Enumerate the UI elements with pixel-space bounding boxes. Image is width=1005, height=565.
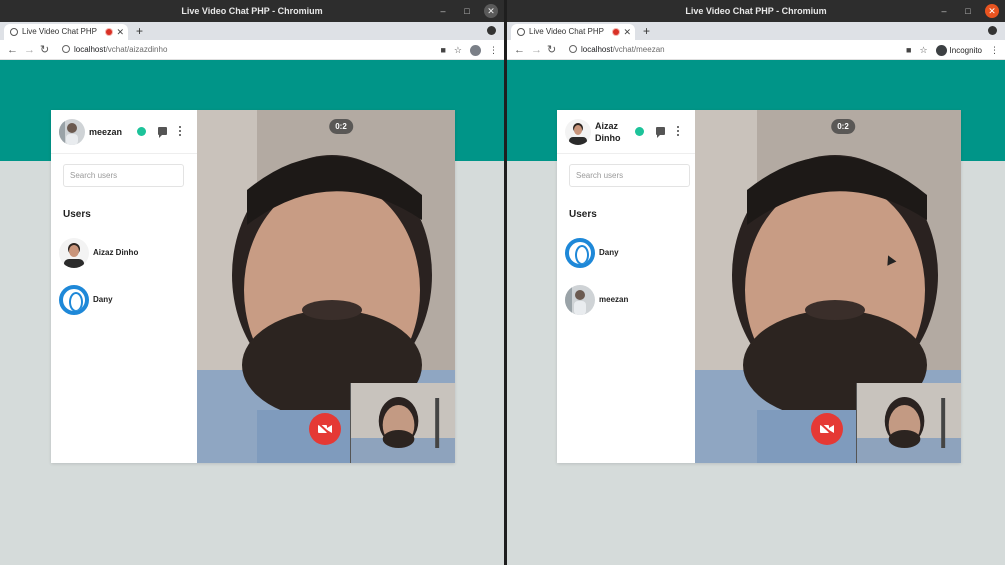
user-item-dany[interactable]: Dany [565, 238, 685, 268]
users-heading: Users [569, 209, 597, 220]
menu-icon[interactable]: ⋮ [489, 45, 498, 56]
forward-icon[interactable]: → [531, 42, 542, 58]
browser-tab[interactable]: Live Video Chat PHP ✕ [511, 24, 635, 40]
current-user-row: Aizaz Dinho [557, 110, 695, 154]
users-heading: Users [63, 209, 91, 220]
avatar [565, 238, 595, 268]
menu-icon[interactable]: ⋮ [990, 45, 999, 56]
chat-icon[interactable] [656, 127, 665, 138]
back-icon[interactable]: ← [514, 42, 525, 58]
call-timer: 0:2 [831, 119, 855, 134]
chat-icon[interactable] [158, 127, 167, 138]
browser-tab[interactable]: Live Video Chat PHP ✕ [4, 24, 128, 40]
forward-icon[interactable]: → [24, 42, 35, 58]
user-item-meezan[interactable]: meezan [565, 285, 685, 315]
more-options-icon[interactable] [179, 126, 182, 137]
camera-icon[interactable]: ■ [906, 45, 911, 55]
avatar [59, 238, 89, 268]
search-input[interactable] [63, 164, 184, 187]
back-icon[interactable]: ← [7, 42, 18, 58]
extension-icon[interactable] [988, 26, 997, 35]
local-video [350, 383, 455, 463]
url-host: localhost [74, 45, 106, 54]
window-titlebar: Live Video Chat PHP - Chromium – □ ✕ [507, 0, 1005, 22]
tab-title: Live Video Chat PHP [22, 27, 98, 36]
url-host: localhost [581, 45, 613, 54]
user-name: Dany [93, 295, 113, 304]
info-icon[interactable] [569, 45, 577, 53]
incognito-icon [935, 44, 947, 56]
user-item-dany[interactable]: Dany [59, 285, 179, 315]
browser-window-right: Live Video Chat PHP - Chromium – □ ✕ Liv… [507, 0, 1005, 565]
online-status-icon [137, 127, 146, 136]
recording-icon [613, 29, 619, 35]
video-off-icon [819, 423, 834, 435]
sidebar: Aizaz Dinho Users Dany meezan [557, 110, 695, 463]
sidebar: meezan Users Aizaz Dinho Dany [51, 110, 197, 463]
page: meezan Users Aizaz Dinho Dany [0, 60, 504, 565]
close-icon[interactable]: ✕ [985, 4, 999, 18]
page: Aizaz Dinho Users Dany meezan [507, 60, 1005, 565]
local-video [856, 383, 961, 463]
maximize-icon[interactable]: □ [961, 4, 975, 18]
window-title: Live Video Chat PHP - Chromium [685, 6, 827, 16]
profile-icon[interactable] [470, 44, 481, 56]
browser-window-left: Live Video Chat PHP - Chromium – □ ✕ Liv… [0, 0, 504, 565]
extension-icon[interactable] [487, 26, 496, 35]
end-call-button[interactable] [811, 413, 843, 445]
incognito-indicator[interactable]: Incognito [935, 44, 982, 56]
minimize-icon[interactable]: – [436, 4, 450, 18]
recording-icon [106, 29, 112, 35]
info-icon[interactable] [62, 45, 70, 53]
globe-icon [517, 28, 525, 36]
camera-icon[interactable]: ■ [440, 45, 445, 55]
url-path: /vchat/meezan [612, 45, 665, 54]
chat-app: Aizaz Dinho Users Dany meezan [557, 110, 961, 463]
video-off-icon [317, 423, 332, 435]
new-tab-button[interactable]: + [136, 22, 143, 40]
address-bar[interactable]: localhost/vchat/aizazdinho [74, 40, 167, 60]
reload-icon[interactable]: ↻ [40, 42, 49, 58]
current-user-row: meezan [51, 110, 197, 154]
minimize-icon[interactable]: – [937, 4, 951, 18]
avatar [565, 285, 595, 315]
incognito-label: Incognito [949, 45, 982, 55]
more-options-icon[interactable] [677, 126, 680, 137]
user-item-aizaz-dinho[interactable]: Aizaz Dinho [59, 238, 179, 268]
browser-toolbar: ← → ↻ localhost/vchat/aizazdinho ■ ☆ ⋮ [0, 40, 504, 60]
tab-close-icon[interactable]: ✕ [623, 24, 631, 40]
window-title: Live Video Chat PHP - Chromium [181, 6, 323, 16]
user-name: meezan [599, 295, 629, 304]
avatar [59, 285, 89, 315]
browser-toolbar: ← → ↻ localhost/vchat/meezan ■ ☆ Incogni… [507, 40, 1005, 60]
user-name: Dany [599, 248, 619, 257]
reload-icon[interactable]: ↻ [547, 42, 556, 58]
star-icon[interactable]: ☆ [454, 45, 462, 56]
end-call-button[interactable] [309, 413, 341, 445]
tab-close-icon[interactable]: ✕ [116, 24, 124, 40]
tab-strip: Live Video Chat PHP ✕ + [0, 22, 504, 40]
star-icon[interactable]: ☆ [919, 45, 927, 56]
new-tab-button[interactable]: + [643, 22, 650, 40]
video-call-area: 0:2 [197, 110, 455, 463]
tab-strip: Live Video Chat PHP ✕ + [507, 22, 1005, 40]
current-user-name: meezan [89, 127, 123, 137]
avatar[interactable] [59, 119, 85, 145]
online-status-icon [635, 127, 644, 136]
address-bar[interactable]: localhost/vchat/meezan [581, 40, 665, 60]
call-timer: 0:2 [329, 119, 353, 134]
avatar[interactable] [565, 119, 591, 145]
chat-app: meezan Users Aizaz Dinho Dany [51, 110, 455, 463]
window-titlebar: Live Video Chat PHP - Chromium – □ ✕ [0, 0, 504, 22]
tab-title: Live Video Chat PHP [529, 27, 605, 36]
search-input[interactable] [569, 164, 690, 187]
video-call-area: 0:2 [695, 110, 961, 463]
maximize-icon[interactable]: □ [460, 4, 474, 18]
close-icon[interactable]: ✕ [484, 4, 498, 18]
user-name: Aizaz Dinho [93, 248, 139, 257]
url-path: /vchat/aizazdinho [105, 45, 168, 54]
globe-icon [10, 28, 18, 36]
current-user-name: Aizaz Dinho [595, 121, 621, 143]
